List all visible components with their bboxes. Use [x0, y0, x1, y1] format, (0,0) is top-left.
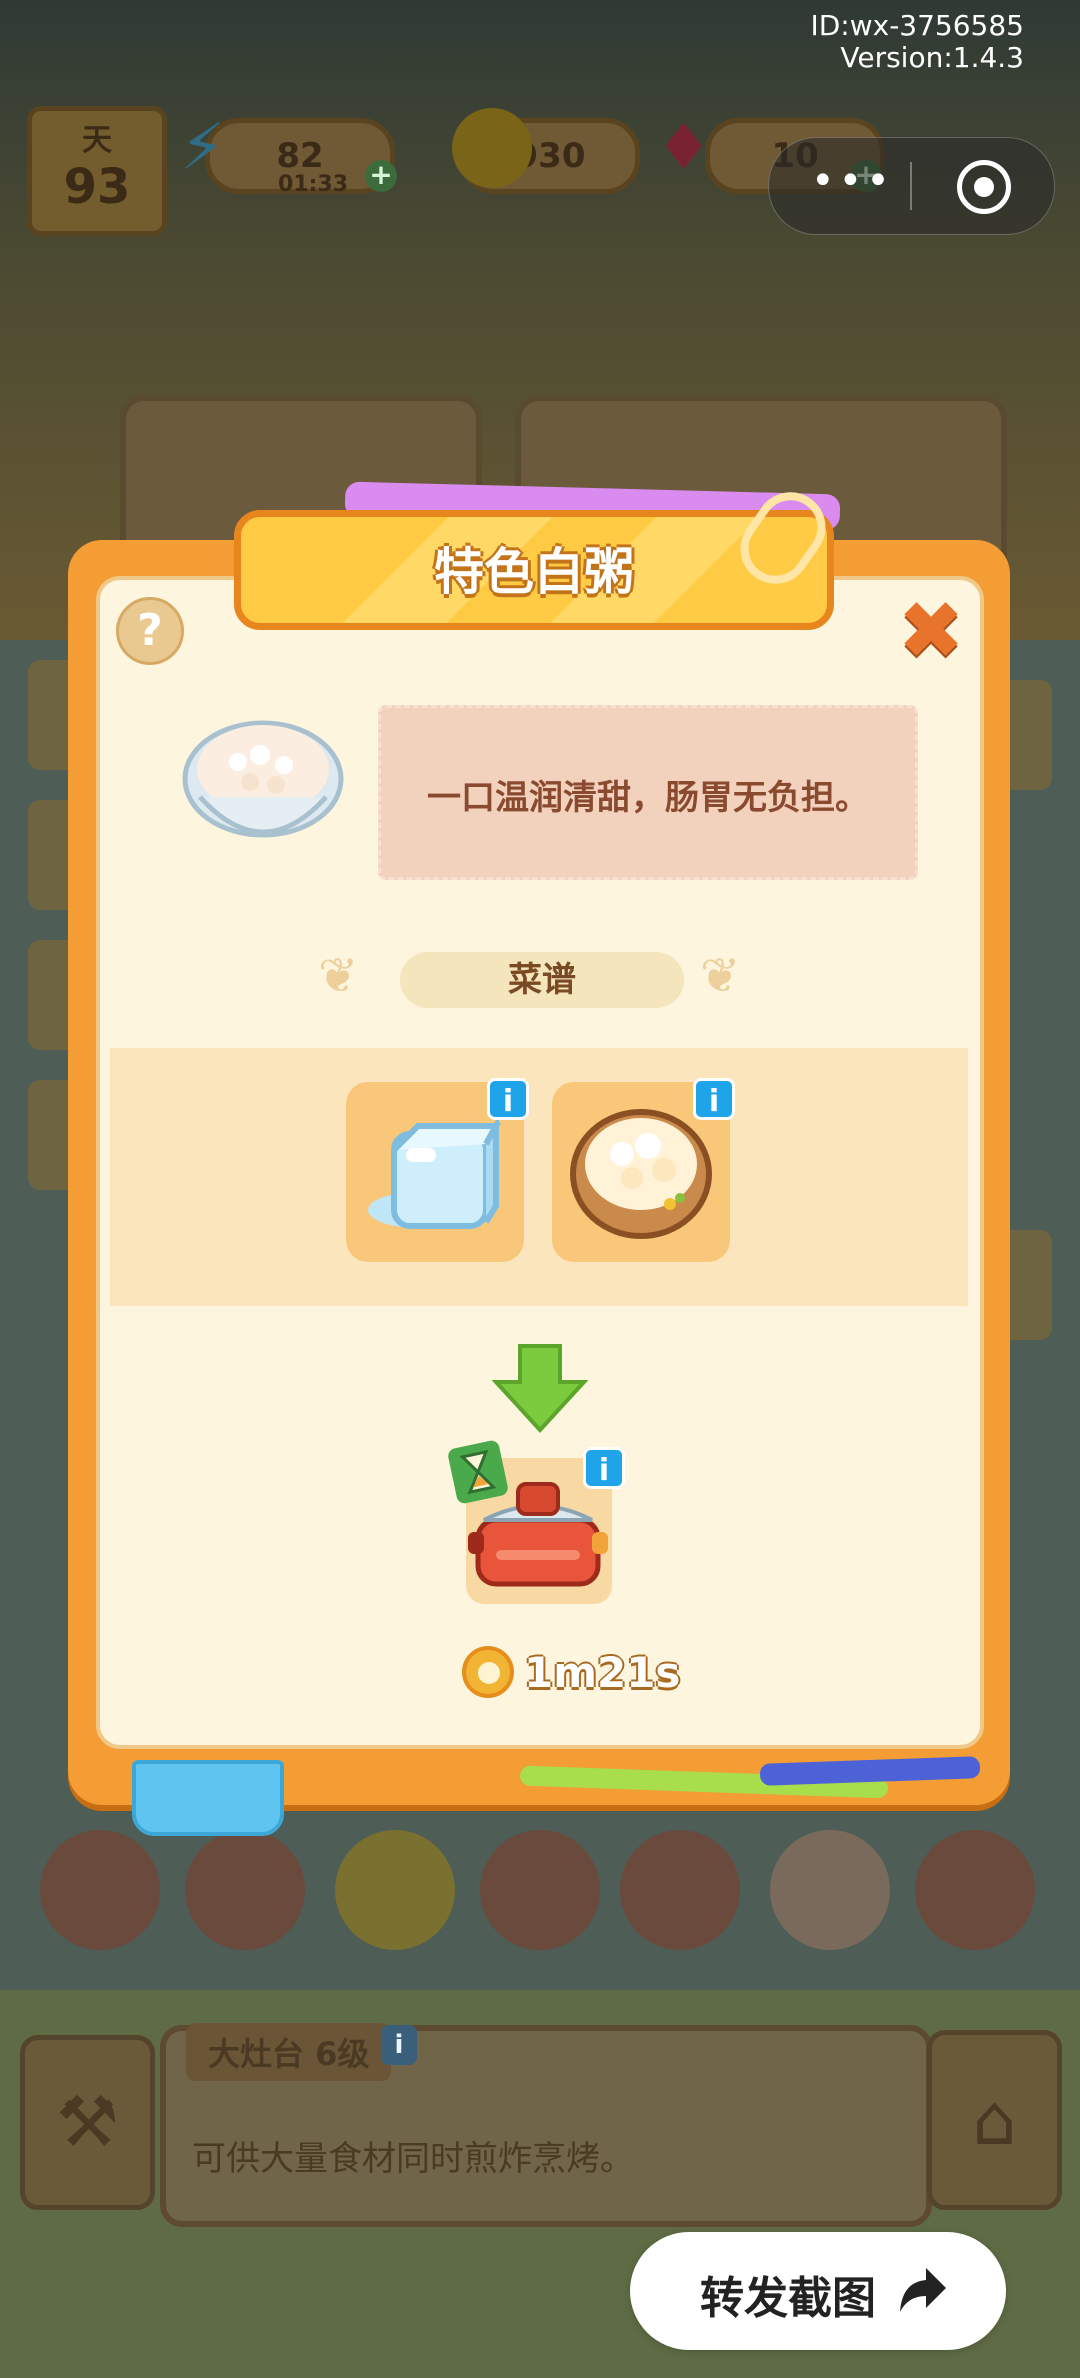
- swirl-ornament-left: ❦: [318, 948, 359, 1004]
- version-label: Version:1.4.3: [840, 41, 1024, 74]
- board-item: [185, 1830, 305, 1950]
- blue-ribbon-decor: [132, 1760, 284, 1836]
- share-label: 转发截图: [700, 2273, 876, 2324]
- user-id: ID:wx-3756585: [810, 9, 1024, 42]
- share-arrow-icon: [900, 2268, 946, 2312]
- energy-value: 82: [276, 136, 324, 176]
- capsule-divider: [910, 162, 912, 210]
- arrow-down-icon: [492, 1344, 588, 1433]
- miniprogram-capsule: •••: [768, 137, 1055, 235]
- more-icon[interactable]: •••: [811, 158, 894, 204]
- stopwatch-icon: [462, 1646, 514, 1698]
- day-value: 93: [63, 159, 131, 215]
- white-porridge-icon: [182, 720, 344, 838]
- ingredient-info-icon[interactable]: i: [487, 1078, 529, 1120]
- board-item: [915, 1830, 1035, 1950]
- coin-icon: [452, 108, 532, 188]
- build-info: ID:wx-3756585 Version:1.4.3: [810, 10, 1024, 74]
- station-title: 大灶台 6级: [186, 2023, 392, 2081]
- energy-timer: 01:33: [278, 172, 349, 197]
- shop-button[interactable]: ⌂: [927, 2030, 1062, 2210]
- station-info-panel: 大灶台 6级 i 可供大量食材同时煎炸烹烤。: [160, 2023, 932, 2227]
- station-info-icon[interactable]: i: [583, 1447, 625, 1489]
- close-miniprogram-icon[interactable]: [957, 160, 1011, 214]
- board-item: [335, 1830, 455, 1950]
- board-item: [40, 1830, 160, 1950]
- cook-time-value: 1m21s: [524, 1648, 681, 1697]
- board-item: [620, 1830, 740, 1950]
- ingredients-area: [110, 1048, 968, 1306]
- build-hammer-button[interactable]: ⚒: [20, 2035, 155, 2210]
- lightning-icon: ⚡: [180, 111, 225, 185]
- ingredient-info-icon[interactable]: i: [693, 1078, 735, 1120]
- close-button[interactable]: ✖: [894, 591, 968, 671]
- hourglass-icon: [448, 1440, 508, 1504]
- day-counter: 天 93: [27, 106, 167, 236]
- day-label: 天: [82, 123, 112, 158]
- help-button[interactable]: ?: [116, 597, 184, 665]
- gem-icon: ♦: [655, 111, 713, 185]
- board-item: [480, 1830, 600, 1950]
- recipe-label: 菜谱: [400, 952, 684, 1008]
- dish-description: 一口温润清甜，肠胃无负担。: [427, 778, 869, 818]
- energy-plus-button[interactable]: +: [365, 160, 397, 192]
- board-item: [770, 1830, 890, 1950]
- station-description: 可供大量食材同时煎炸烹烤。: [192, 2139, 634, 2179]
- station-info-icon[interactable]: i: [381, 2025, 417, 2065]
- swirl-ornament-right: ❦: [700, 948, 741, 1004]
- share-screenshot-button[interactable]: 转发截图: [630, 2232, 1006, 2350]
